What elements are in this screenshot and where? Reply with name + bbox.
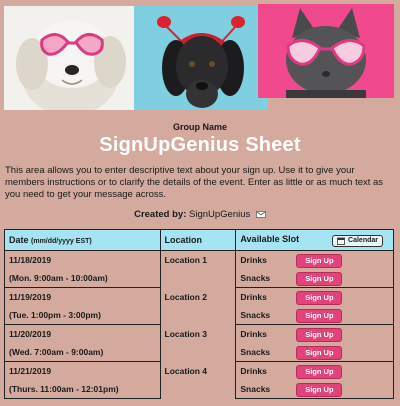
- slot-name: Snacks: [240, 273, 271, 283]
- table-row: 11/19/2019 Location 2 Drinks Sign Up: [4, 287, 394, 325]
- location-cell: Location 2: [159, 287, 237, 325]
- sign-up-button[interactable]: Sign Up: [296, 364, 343, 379]
- slot-name: Snacks: [240, 384, 271, 394]
- slot-name: Drinks: [240, 366, 267, 376]
- slot-cell: Snacks Sign Up: [235, 343, 394, 362]
- created-by: Created by: SignUpGenius: [0, 209, 400, 220]
- table-header-row: Date (mm/dd/yyyy EST) Location Available…: [4, 229, 394, 251]
- sign-up-button[interactable]: Sign Up: [296, 253, 343, 268]
- slot-cell: Drinks Sign Up: [235, 361, 394, 380]
- slot-column-header: Available Slot Calendar: [235, 229, 394, 251]
- location-cell: Location 3: [159, 324, 237, 362]
- dog-with-heart-glasses-photo: [4, 6, 140, 110]
- calendar-icon: [337, 237, 345, 245]
- location-column-header: Location: [159, 229, 237, 251]
- created-by-label: Created by:: [134, 209, 187, 220]
- sign-up-button[interactable]: Sign Up: [296, 345, 343, 360]
- table-row: 11/18/2019 Location 1 Drinks Sign Up: [4, 250, 394, 288]
- sign-up-button[interactable]: Sign Up: [296, 327, 343, 342]
- page-title: SignUpGenius Sheet: [99, 134, 301, 156]
- date-cell: 11/19/2019: [4, 287, 161, 306]
- cat-with-heart-glasses-photo: [258, 4, 394, 98]
- slot-cell: Drinks Sign Up: [235, 324, 394, 343]
- sheet-description: This area allows you to enter descriptiv…: [5, 165, 384, 200]
- time-cell: (Mon. 9:00am - 10:00am): [4, 269, 161, 288]
- table-row: 11/20/2019 Location 3 Drinks Sign Up: [4, 324, 394, 362]
- time-cell: (Tue. 1:00pm - 3:00pm): [4, 306, 161, 325]
- sign-up-button[interactable]: Sign Up: [296, 382, 343, 397]
- slot-cell: Snacks Sign Up: [235, 380, 394, 399]
- group-name: Group Name: [172, 122, 227, 132]
- time-cell: (Wed. 7:00am - 9:00am): [4, 343, 161, 362]
- sign-up-button[interactable]: Sign Up: [296, 308, 343, 323]
- slot-cell: Snacks Sign Up: [235, 269, 394, 288]
- location-cell: Location 4: [159, 361, 237, 399]
- table-row: 11/21/2019 Location 4 Drinks Sign Up: [4, 361, 394, 399]
- slot-name: Snacks: [240, 347, 271, 357]
- puppy-with-heart-headband-photo: [134, 6, 268, 110]
- sign-up-button[interactable]: Sign Up: [296, 271, 343, 286]
- slot-cell: Drinks Sign Up: [235, 287, 394, 306]
- date-cell: 11/18/2019: [4, 250, 161, 269]
- location-cell: Location 1: [159, 250, 237, 288]
- slot-cell: Drinks Sign Up: [235, 250, 394, 269]
- slot-header-label: Available Slot: [240, 233, 300, 244]
- slot-name: Drinks: [240, 255, 267, 265]
- date-header-label: Date: [9, 235, 29, 245]
- date-cell: 11/20/2019: [4, 324, 161, 343]
- sign-up-button[interactable]: Sign Up: [296, 290, 343, 305]
- signup-table: Date (mm/dd/yyyy EST) Location Available…: [4, 229, 394, 399]
- slot-name: Drinks: [240, 329, 267, 339]
- header-photos: [0, 0, 400, 112]
- date-cell: 11/21/2019: [4, 361, 161, 380]
- created-by-name: SignUpGenius: [189, 209, 251, 220]
- calendar-button-label: Calendar: [348, 237, 378, 244]
- time-cell: (Thurs. 11:00am - 12:01pm): [4, 380, 161, 399]
- date-column-header: Date (mm/dd/yyyy EST): [4, 229, 161, 251]
- slot-name: Snacks: [240, 310, 271, 320]
- slot-cell: Snacks Sign Up: [235, 306, 394, 325]
- envelope-icon[interactable]: [256, 210, 266, 218]
- calendar-button[interactable]: Calendar: [332, 234, 383, 247]
- date-header-unit: (mm/dd/yyyy EST): [31, 238, 92, 245]
- slot-name: Drinks: [240, 292, 267, 302]
